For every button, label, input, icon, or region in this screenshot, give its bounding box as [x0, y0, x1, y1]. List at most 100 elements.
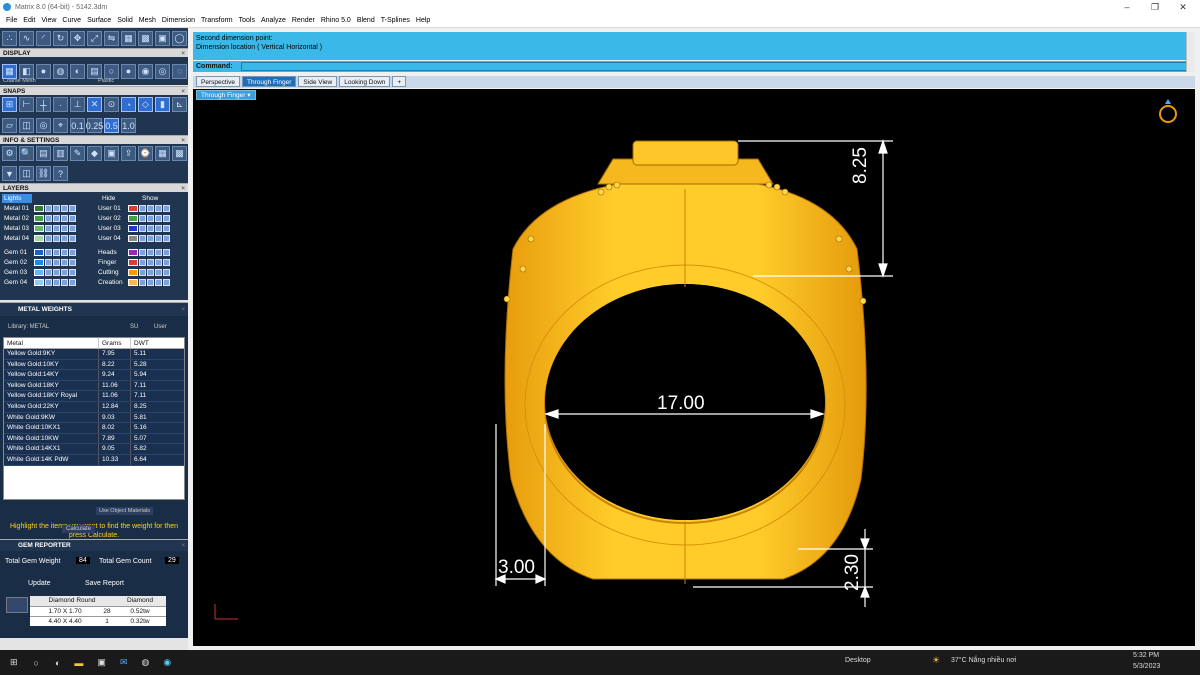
- menu-item[interactable]: T-Splines: [378, 17, 413, 24]
- rotate-icon[interactable]: ↻: [53, 30, 68, 46]
- metal-ball-icon[interactable]: ○: [104, 63, 119, 79]
- layer-toggle-icon[interactable]: [61, 249, 68, 256]
- close-button[interactable]: ✕: [1169, 0, 1197, 14]
- su-button[interactable]: SU: [130, 324, 138, 330]
- layer-toggle-icon[interactable]: [45, 215, 52, 222]
- properties-icon[interactable]: ▥: [53, 145, 68, 161]
- menu-item[interactable]: Rhino 5.0: [318, 17, 354, 24]
- layer-row[interactable]: Gem 03: [2, 268, 77, 277]
- menu-item[interactable]: Tools: [236, 17, 258, 24]
- material-icon[interactable]: ◐: [70, 63, 85, 79]
- restore-button[interactable]: ❐: [1141, 0, 1169, 14]
- menu-item[interactable]: File: [3, 17, 20, 24]
- layer-toggle-icon[interactable]: [139, 205, 146, 212]
- layer-toggle-icon[interactable]: [163, 235, 170, 242]
- layer-toggle-icon[interactable]: [155, 279, 162, 286]
- layer-toggle-icon[interactable]: [53, 269, 60, 276]
- layer-color-swatch[interactable]: [128, 249, 138, 256]
- layer-color-swatch[interactable]: [128, 269, 138, 276]
- layer-toggle-icon[interactable]: [147, 225, 154, 232]
- layer-color-swatch[interactable]: [34, 215, 44, 222]
- gem-table-row[interactable]: 1.70 X 1.70 28 0.52tw: [30, 606, 166, 616]
- export-icon[interactable]: ⇪: [121, 145, 136, 161]
- layer-toggle-icon[interactable]: [61, 269, 68, 276]
- mail-icon[interactable]: ✉: [120, 657, 128, 668]
- gem-ball-icon[interactable]: ◉: [138, 63, 153, 79]
- layer-toggle-icon[interactable]: [69, 225, 76, 232]
- layer-row[interactable]: Gem 04: [2, 278, 77, 287]
- snap-proj-icon[interactable]: ◫: [19, 118, 34, 133]
- layer-toggle-icon[interactable]: [139, 249, 146, 256]
- layer-color-swatch[interactable]: [128, 279, 138, 286]
- layer-color-swatch[interactable]: [34, 259, 44, 266]
- viewport-through-finger[interactable]: 8.25 17.00 3.00 2.30: [193, 89, 1195, 646]
- layer-toggle-icon[interactable]: [53, 235, 60, 242]
- tab-view[interactable]: Through Finger: [241, 76, 297, 87]
- layer-toggle-icon[interactable]: [61, 235, 68, 242]
- layer-color-swatch[interactable]: [128, 225, 138, 232]
- user-button[interactable]: User: [154, 324, 167, 330]
- layer-toggle-icon[interactable]: [147, 259, 154, 266]
- menu-item[interactable]: Mesh: [136, 17, 159, 24]
- snap-int-icon[interactable]: ✕: [87, 97, 102, 112]
- layer-row[interactable]: Metal 04: [2, 234, 77, 243]
- clock-time[interactable]: 5:32 PM: [1133, 652, 1159, 659]
- snap-val-1[interactable]: 0.1: [70, 118, 85, 133]
- curve-icon[interactable]: ∿: [19, 30, 34, 46]
- layer-row[interactable]: Metal 03: [2, 224, 77, 233]
- metal-table-row[interactable]: Yellow Gold:9KY 7.95 5.11: [4, 349, 184, 360]
- layer-toggle-icon[interactable]: [155, 259, 162, 266]
- metal-table-row[interactable]: White Gold:10KX1 8.02 5.16: [4, 423, 184, 434]
- layer-toggle-icon[interactable]: [53, 225, 60, 232]
- layer-row[interactable]: Metal 02: [2, 214, 77, 223]
- env-icon[interactable]: ▤: [87, 63, 102, 79]
- weather-icon[interactable]: ☀: [932, 655, 940, 666]
- calculate-button[interactable]: Calculate: [62, 525, 96, 533]
- table-icon[interactable]: ▦: [155, 145, 170, 161]
- snap-ortho-icon[interactable]: ⊾: [172, 97, 187, 112]
- snap-plane-icon[interactable]: ▱: [2, 118, 17, 133]
- snap-val-3[interactable]: 0.5: [104, 118, 119, 133]
- tab-view[interactable]: Looking Down: [339, 76, 391, 87]
- desktop-label[interactable]: Desktop: [845, 657, 871, 664]
- layer-toggle-icon[interactable]: [61, 225, 68, 232]
- gem-icon[interactable]: ◆: [87, 145, 102, 161]
- snap-eye-icon[interactable]: ◎: [36, 118, 51, 133]
- grid-icon[interactable]: ▩: [138, 30, 153, 46]
- layer-toggle-icon[interactable]: [163, 279, 170, 286]
- silver-ball-icon[interactable]: ◌: [172, 63, 187, 79]
- layer-toggle-icon[interactable]: [45, 225, 52, 232]
- minimize-button[interactable]: –: [1113, 0, 1141, 14]
- update-button[interactable]: Update: [28, 580, 51, 587]
- metal-table-row[interactable]: Yellow Gold:18KY 11.06 7.11: [4, 380, 184, 392]
- zoom-icon[interactable]: 🔍: [19, 145, 34, 161]
- show-button[interactable]: Show: [140, 194, 172, 203]
- weather-text[interactable]: 37°C Nắng nhiều nơi: [951, 657, 1016, 664]
- metal-table-row[interactable]: Yellow Gold:22KY 12.84 8.25: [4, 401, 184, 413]
- menu-item[interactable]: Curve: [59, 17, 84, 24]
- layer-toggle-icon[interactable]: [163, 249, 170, 256]
- layer-toggle-icon[interactable]: [147, 215, 154, 222]
- layer-toggle-icon[interactable]: [45, 269, 52, 276]
- layer-toggle-icon[interactable]: [147, 249, 154, 256]
- layer-row[interactable]: Metal 01: [2, 204, 77, 213]
- view-icon[interactable]: ◫: [19, 166, 34, 182]
- arc-icon[interactable]: ◜: [36, 30, 51, 46]
- layer-toggle-icon[interactable]: [69, 279, 76, 286]
- shaded-icon[interactable]: ◧: [19, 63, 34, 79]
- circle-icon[interactable]: ◯: [172, 30, 187, 46]
- mirror-icon[interactable]: ⇋: [104, 30, 119, 46]
- layer-toggle-icon[interactable]: [139, 269, 146, 276]
- layer-toggle-icon[interactable]: [139, 215, 146, 222]
- layer-color-swatch[interactable]: [128, 205, 138, 212]
- snap-val-2[interactable]: 0.25: [86, 118, 103, 133]
- matrix-taskbar-icon[interactable]: ◉: [163, 657, 171, 668]
- layer-toggle-icon[interactable]: [53, 249, 60, 256]
- tab-view[interactable]: Side View: [298, 76, 338, 87]
- render-icon[interactable]: ●: [36, 63, 51, 79]
- layer-toggle-icon[interactable]: [69, 235, 76, 242]
- metal-table-row[interactable]: Yellow Gold:10KY 8.22 5.28: [4, 359, 184, 371]
- layer-row[interactable]: Cutting: [96, 268, 171, 277]
- layer-color-swatch[interactable]: [34, 235, 44, 242]
- layer-toggle-icon[interactable]: [147, 279, 154, 286]
